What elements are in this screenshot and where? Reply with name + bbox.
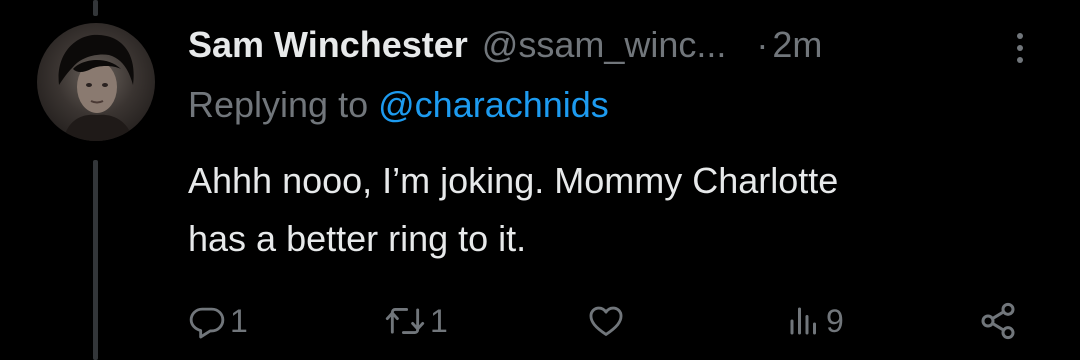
timestamp[interactable]: 2m bbox=[772, 24, 822, 66]
views-bar-chart-icon bbox=[790, 307, 816, 335]
retweet-icon bbox=[385, 308, 425, 334]
heart-icon bbox=[589, 306, 623, 336]
more-options-button[interactable] bbox=[1005, 26, 1035, 70]
share-button[interactable] bbox=[978, 296, 1018, 346]
reply-bubble-icon bbox=[189, 307, 225, 339]
more-vertical-icon bbox=[1017, 33, 1023, 39]
share-icon bbox=[981, 302, 1015, 340]
action-bar: 1 1 9 bbox=[0, 296, 1080, 346]
tweet-text: Ahhh nooo, I’m joking. Mommy Charlotte h… bbox=[188, 152, 1048, 268]
avatar[interactable] bbox=[37, 23, 155, 141]
replying-to-mention[interactable]: @charachnids bbox=[378, 84, 609, 125]
retweet-button[interactable]: 1 bbox=[384, 296, 448, 346]
header-separator: · bbox=[756, 24, 769, 65]
reply-count: 1 bbox=[230, 302, 248, 339]
more-vertical-icon-dot bbox=[1017, 57, 1023, 63]
views-button[interactable]: 9 bbox=[786, 296, 844, 346]
retweet-count: 1 bbox=[430, 302, 448, 339]
user-handle[interactable]: @ssam_winc... bbox=[482, 24, 727, 66]
thread-connector-top bbox=[93, 0, 98, 16]
reply-button[interactable]: 1 bbox=[188, 296, 248, 346]
more-vertical-icon-dot bbox=[1017, 45, 1023, 51]
like-button[interactable] bbox=[586, 296, 630, 346]
avatar-image bbox=[58, 34, 134, 141]
tweet-text-line: has a better ring to it. bbox=[188, 218, 527, 259]
views-count: 9 bbox=[826, 302, 844, 339]
tweet-header: Sam Winchester @ssam_winc... · 2m bbox=[188, 20, 822, 70]
replying-to-line: Replying to @charachnids bbox=[188, 84, 609, 126]
display-name[interactable]: Sam Winchester bbox=[188, 24, 468, 66]
tweet-text-line: Ahhh nooo, I’m joking. Mommy Charlotte bbox=[188, 160, 839, 201]
replying-to-label: Replying to bbox=[188, 84, 369, 125]
